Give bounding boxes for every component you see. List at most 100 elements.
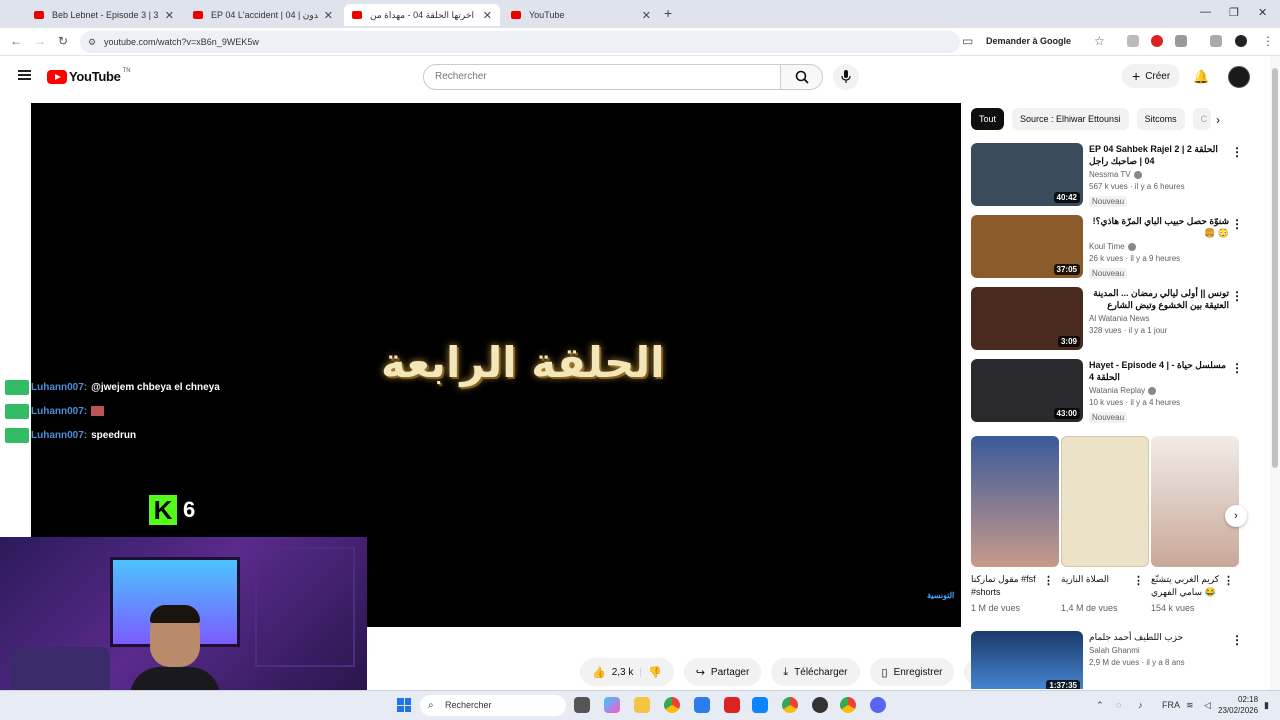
channel-name[interactable]: Al Watania News: [1089, 314, 1150, 323]
notifications-bell-icon[interactable]: 🔔: [1193, 69, 1209, 85]
more-options-icon[interactable]: ⋮: [1231, 361, 1243, 375]
channel-name[interactable]: Watania Replay: [1089, 386, 1145, 395]
share-button[interactable]: ↪ Partager: [683, 658, 762, 686]
reload-icon[interactable]: ↻: [58, 34, 68, 48]
voice-search-button[interactable]: [833, 64, 859, 90]
tab-search-icon[interactable]: [1210, 35, 1222, 47]
extension-icon[interactable]: [1151, 35, 1163, 47]
extension-icon[interactable]: [1127, 35, 1139, 47]
chrome-profile-icon[interactable]: [782, 697, 798, 713]
youtube-logo[interactable]: YouTube TN: [47, 68, 131, 84]
browser-tab[interactable]: YouTube ✕: [503, 4, 659, 26]
short-item[interactable]: مقول تمارکنا #fsf #shorts 1 M de vues ⋮: [971, 436, 1059, 613]
ask-google-button[interactable]: Demander à Google: [986, 36, 1071, 46]
minimize-icon[interactable]: —: [1200, 6, 1211, 18]
store-icon[interactable]: [694, 697, 710, 713]
like-count[interactable]: 2,3 k: [612, 667, 634, 678]
site-info-icon[interactable]: ⚙: [88, 31, 96, 53]
app-icon[interactable]: [812, 697, 828, 713]
mail-icon[interactable]: [752, 697, 768, 713]
tray-chevron-icon[interactable]: ⌃: [1096, 700, 1104, 711]
forward-icon[interactable]: →: [34, 34, 46, 48]
windows-start-icon[interactable]: [397, 698, 411, 712]
url-field[interactable]: ⚙ youtube.com/watch?v=xB6n_9WEK5w: [80, 31, 960, 53]
video-title[interactable]: شنوّة حصل حبيب الباي المرّة هاذي؟! 😳 🍔: [1089, 215, 1229, 239]
video-thumbnail[interactable]: 37:05: [971, 215, 1083, 278]
restore-icon[interactable]: ❐: [1229, 6, 1239, 19]
page-scrollbar[interactable]: [1270, 56, 1280, 690]
cast-icon[interactable]: ▭: [962, 34, 973, 48]
chip-more[interactable]: C: [1192, 108, 1211, 130]
search-button[interactable]: [781, 64, 823, 90]
account-avatar[interactable]: [1228, 66, 1250, 88]
save-button[interactable]: ▯ Enregistrer: [869, 658, 955, 686]
channel-name[interactable]: Salah Ghanmi: [1089, 646, 1229, 655]
notification-center-icon[interactable]: ▮: [1264, 700, 1269, 711]
more-options-icon[interactable]: ⋮: [1231, 145, 1243, 159]
dislike-icon[interactable]: 👎: [648, 666, 662, 679]
back-icon[interactable]: ←: [10, 34, 22, 48]
video-title[interactable]: Hayet - Episode 4 | مسلسل حياة - الحلقة …: [1089, 359, 1229, 383]
short-thumbnail[interactable]: [971, 436, 1059, 567]
search-input[interactable]: Rechercher: [423, 64, 781, 90]
recommended-video[interactable]: 43:00 Hayet - Episode 4 | مسلسل حياة - ا…: [971, 359, 1246, 423]
recommended-video[interactable]: 40:42 EP 04 Sahbek Rajel 2 | 2 الحلقة 04…: [971, 143, 1246, 207]
chip-sitcoms[interactable]: Sitcoms: [1136, 108, 1185, 130]
close-tab-icon[interactable]: ✕: [324, 9, 333, 22]
taskbar-search[interactable]: ⌕ Rechercher: [420, 695, 566, 716]
video-thumbnail[interactable]: 40:42: [971, 143, 1083, 206]
channel-name[interactable]: Koul Time: [1089, 242, 1125, 251]
more-options-icon[interactable]: ⋮: [1231, 633, 1243, 647]
more-options-icon[interactable]: ⋮: [1133, 574, 1144, 587]
video-thumbnail[interactable]: 1:37:35: [971, 631, 1083, 689]
chrome-active-icon[interactable]: [840, 697, 856, 713]
taskview-icon[interactable]: [574, 697, 590, 713]
close-tab-icon[interactable]: ✕: [483, 9, 492, 22]
short-item[interactable]: الصلاة النارية 1,4 M de vues ⋮: [1061, 436, 1149, 613]
chip-source[interactable]: Source : Elhiwar Ettounsi: [1012, 108, 1129, 130]
close-tab-icon[interactable]: ✕: [165, 9, 174, 22]
language-indicator[interactable]: FRA: [1162, 700, 1180, 710]
more-options-icon[interactable]: ⋮: [1223, 574, 1234, 587]
browser-tab-active[interactable]: هاذي اخرتها الحلقة 04 - مهداة من ✕: [344, 4, 500, 26]
more-options-icon[interactable]: ⋮: [1231, 289, 1243, 303]
mic-tray-icon[interactable]: ♪: [1138, 700, 1143, 710]
short-thumbnail[interactable]: [1061, 436, 1149, 567]
download-button[interactable]: ⤓ Télécharger: [771, 658, 860, 686]
create-button[interactable]: + Créer: [1122, 64, 1181, 88]
video-title[interactable]: EP 04 Sahbek Rajel 2 | 2 الحلقة 04 | صاح…: [1089, 143, 1229, 167]
new-tab-icon[interactable]: +: [664, 5, 672, 21]
network-icon[interactable]: ◌: [1116, 700, 1121, 710]
chrome-icon[interactable]: [664, 697, 680, 713]
hamburger-menu-icon[interactable]: [18, 70, 31, 80]
more-options-icon[interactable]: ⋮: [1231, 217, 1243, 231]
browser-menu-icon[interactable]: ⋮: [1262, 34, 1274, 48]
shorts-next-button[interactable]: ›: [1225, 505, 1247, 527]
video-thumbnail[interactable]: 43:00: [971, 359, 1083, 422]
browser-tab[interactable]: Beb Lebnet - Episode 3 | 3 الحلقة ✕: [26, 4, 182, 26]
like-icon[interactable]: 👍: [592, 666, 606, 679]
video-thumbnail[interactable]: 3:09: [971, 287, 1083, 350]
system-clock[interactable]: 02:18 23/02/2026: [1218, 694, 1258, 716]
recommended-video[interactable]: 1:37:35 حزب اللطيف أحمد جلمام Salah Ghan…: [971, 631, 1246, 689]
profile-avatar[interactable]: [1235, 35, 1247, 47]
short-item[interactable]: كريم الغربي يتشنّع سامي الفهري 😂 154 k v…: [1151, 436, 1239, 613]
extensions-puzzle-icon[interactable]: [1175, 35, 1187, 47]
wifi-icon[interactable]: ≋: [1186, 700, 1194, 711]
more-options-icon[interactable]: ⋮: [1043, 574, 1054, 587]
browser-tab[interactable]: EP 04 L'accident | الأكسيدون | 04 ✕: [185, 4, 341, 26]
discord-icon[interactable]: [870, 697, 886, 713]
channel-name[interactable]: Nessma TV: [1089, 170, 1131, 179]
recommended-video[interactable]: 37:05 شنوّة حصل حبيب الباي المرّة هاذي؟!…: [971, 215, 1246, 279]
chip-all[interactable]: Tout: [971, 108, 1005, 130]
close-window-icon[interactable]: ✕: [1258, 6, 1267, 19]
video-title[interactable]: حزب اللطيف أحمد جلمام: [1089, 631, 1229, 643]
bookmark-star-icon[interactable]: ☆: [1094, 34, 1105, 48]
volume-icon[interactable]: ◁: [1204, 700, 1211, 711]
app-w-icon[interactable]: [724, 697, 740, 713]
close-tab-icon[interactable]: ✕: [642, 9, 651, 22]
short-thumbnail[interactable]: [1151, 436, 1239, 567]
file-explorer-icon[interactable]: [634, 697, 650, 713]
video-title[interactable]: تونس || أولى ليالي رمضان ... المدينة الع…: [1089, 287, 1229, 311]
recommended-video[interactable]: 3:09 تونس || أولى ليالي رمضان ... المدين…: [971, 287, 1246, 351]
